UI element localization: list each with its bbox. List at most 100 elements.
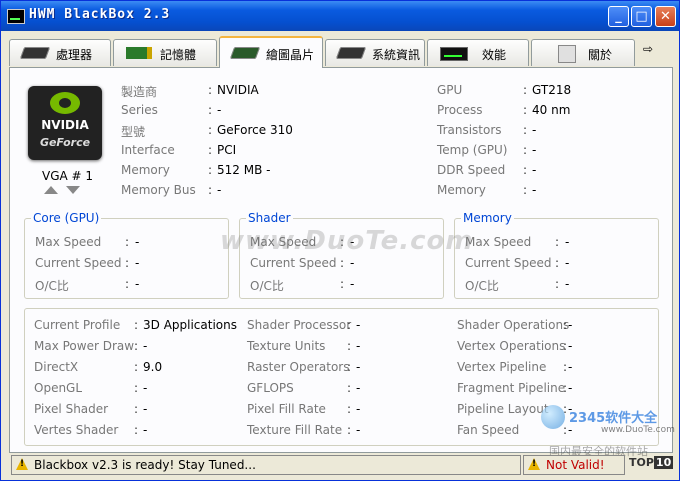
detail-value: - [356, 381, 361, 395]
colon: : [134, 381, 139, 395]
detail-label: Fragment Pipeline [457, 381, 566, 395]
info-value: - [532, 183, 537, 197]
tab-strip: 處理器 記憶體 繪圖晶片 系統資訊 效能 關於 ⇨ [9, 36, 673, 68]
about-document-icon [558, 45, 576, 63]
previous-gpu-arrow-icon[interactable] [44, 186, 58, 194]
info-label: Temp (GPU) [437, 143, 508, 157]
tab-cpu[interactable]: 處理器 [9, 39, 111, 66]
clock-value: - [350, 277, 355, 291]
info-label: Interface [121, 143, 175, 157]
top10-prefix: TOP [629, 456, 654, 469]
app-window: HWM BlackBox 2.3 _ □ ✕ 處理器 記憶體 繪圖晶片 系統資訊… [0, 0, 680, 481]
colon: : [563, 381, 568, 395]
clock-value: - [565, 235, 570, 249]
top10-number: 10 [653, 456, 674, 469]
site-brand: 2345软件大全 [569, 411, 658, 426]
tab-memory[interactable]: 記憶體 [113, 39, 217, 66]
tab-gpu[interactable]: 繪圖晶片 [219, 36, 323, 68]
warning-icon [528, 458, 540, 470]
clock-label: O/C比 [465, 279, 499, 293]
close-button[interactable]: ✕ [655, 6, 676, 27]
colon: : [347, 381, 352, 395]
ram-module-icon [126, 47, 152, 59]
tab-performance[interactable]: 效能 [427, 39, 529, 66]
app-monitor-icon [7, 9, 25, 24]
tab-label: 繪圖晶片 [266, 48, 315, 62]
info-label: GPU [437, 83, 463, 97]
clock-label: Current Speed [250, 256, 337, 270]
detail-label: Shader Processor [247, 318, 352, 332]
tab-label: 處理器 [56, 48, 93, 62]
tab-about[interactable]: 關於 [531, 39, 635, 66]
clock-value: - [565, 277, 570, 291]
detail-value: - [356, 339, 361, 353]
info-label: DDR Speed [437, 163, 506, 177]
window-title: HWM BlackBox 2.3 [29, 7, 171, 22]
colon: : [125, 277, 130, 291]
memory-clock-group: Memory Max Speed : - Current Speed : - O… [454, 211, 659, 299]
info-value: 512 MB - [217, 163, 271, 177]
nvidia-eye-icon [50, 92, 80, 114]
colon: : [555, 277, 560, 291]
detail-value: - [568, 381, 573, 395]
detail-value: - [143, 381, 148, 395]
detail-value: - [356, 402, 361, 416]
colon: : [340, 256, 345, 270]
tab-system-info[interactable]: 系統資訊 [325, 39, 425, 66]
clock-label: Max Speed [465, 235, 532, 249]
detail-label: Current Profile [34, 318, 121, 332]
colon: : [208, 123, 213, 137]
info-label: Series [121, 103, 158, 117]
minimize-button[interactable]: _ [608, 6, 629, 27]
clock-value: - [350, 256, 355, 270]
colon: : [208, 143, 213, 157]
info-value: - [532, 123, 537, 137]
detail-label: Shader Operations [457, 318, 570, 332]
title-bar[interactable]: HWM BlackBox 2.3 _ □ ✕ [1, 1, 679, 31]
colon: : [347, 339, 352, 353]
colon: : [134, 423, 139, 437]
detail-label: OpenGL [34, 381, 83, 395]
colon: : [134, 318, 139, 332]
detail-label: Vertes Shader [34, 423, 119, 437]
detail-value: - [143, 339, 148, 353]
core-gpu-group: Core (GPU) Max Speed : - Current Speed :… [24, 211, 229, 299]
detail-label: GFLOPS [247, 381, 294, 395]
clock-value: - [135, 256, 140, 270]
info-value: PCI [217, 143, 237, 157]
next-gpu-arrow-icon[interactable] [66, 186, 80, 194]
detail-label: Texture Fill Rate [247, 423, 343, 437]
colon: : [125, 256, 130, 270]
detail-value: - [356, 360, 361, 374]
info-label: 製造商 [121, 85, 158, 99]
detail-label: DirectX [34, 360, 79, 374]
detail-value: 9.0 [143, 360, 163, 374]
info-label: Memory [437, 183, 486, 197]
clock-label: Current Speed [35, 256, 122, 270]
info-label: Memory Bus [121, 183, 196, 197]
info-label: Transistors [437, 123, 502, 137]
colon: : [563, 360, 568, 374]
colon: : [523, 183, 528, 197]
clock-label: O/C比 [250, 279, 284, 293]
clock-value: - [135, 277, 140, 291]
colon: : [125, 235, 130, 249]
status-message-panel: Blackbox v2.3 is ready! Stay Tuned... [11, 455, 521, 475]
info-value: - [217, 103, 222, 117]
colon: : [347, 402, 352, 416]
colon: : [523, 163, 528, 177]
maximize-button[interactable]: □ [631, 6, 652, 27]
site-watermark-text: www.DuoTe.com [220, 226, 474, 256]
detail-label: Vertex Operations [457, 339, 566, 353]
download-site-watermark: 2345软件大全 www.DuoTe.com 国内最安全的软件站 [541, 403, 675, 458]
validity-status: Not Valid! [546, 458, 605, 472]
colon: : [208, 163, 213, 177]
gpu-panel: NVIDIA GeForce VGA # 1 製造商 : NVIDIA Seri… [9, 67, 673, 453]
tab-overflow-icon[interactable]: ⇨ [643, 42, 659, 56]
info-value: GT218 [532, 83, 572, 97]
info-value: NVIDIA [217, 83, 259, 97]
detail-value: - [356, 318, 361, 332]
detail-label: Vertex Pipeline [457, 360, 547, 374]
colon: : [340, 277, 345, 291]
colon: : [523, 143, 528, 157]
